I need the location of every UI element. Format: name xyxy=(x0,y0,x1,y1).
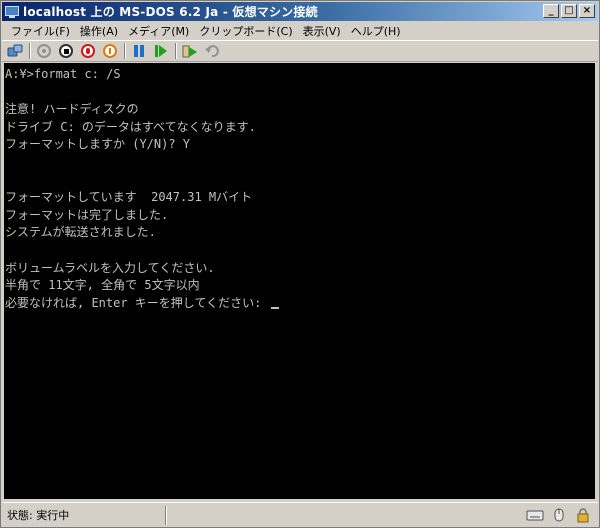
text-cursor xyxy=(270,306,279,309)
console-prompt-text: 必要なければ, Enter キーを押してください: xyxy=(5,295,269,310)
console-line: フォーマットは完了しました. xyxy=(5,207,169,222)
caption-buttons: _ □ × xyxy=(543,4,595,18)
menu-media[interactable]: メディア(M) xyxy=(123,23,194,39)
console-line: 注意! ハードディスクの xyxy=(5,102,139,117)
console-line: ボリュームラベルを入力してください. xyxy=(5,260,215,275)
toolbar-separator xyxy=(29,43,31,59)
console-line: フォーマットしています 2047.31 Mバイト xyxy=(5,190,253,205)
vm-console-screen[interactable]: A:¥>format c: /S 注意! ハードディスクの ドライブ C: のデ… xyxy=(4,63,595,499)
ctrl-alt-del-button[interactable] xyxy=(6,42,24,60)
power-button[interactable] xyxy=(101,42,119,60)
menu-bar: ファイル(F) 操作(A) メディア(M) クリップボード(C) 表示(V) ヘ… xyxy=(2,22,598,40)
start-icon xyxy=(37,44,51,58)
menu-file[interactable]: ファイル(F) xyxy=(6,23,75,39)
snapshot-icon xyxy=(182,45,197,58)
vm-connection-window: localhost 上の MS-DOS 6.2 Ja - 仮想マシン接続 _ □… xyxy=(0,0,600,528)
lock-status-icon xyxy=(574,507,592,523)
power-icon xyxy=(103,44,117,58)
toolbar xyxy=(2,40,598,62)
title-bar[interactable]: localhost 上の MS-DOS 6.2 Ja - 仮想マシン接続 _ □… xyxy=(2,2,598,21)
turn-off-icon xyxy=(59,44,73,58)
console-line: 半角で 11文字, 全角で 5文字以内 xyxy=(5,278,200,293)
menu-action[interactable]: 操作(A) xyxy=(75,23,123,39)
vm-monitor-icon xyxy=(5,5,19,19)
shut-down-button[interactable] xyxy=(79,42,97,60)
menu-clipboard[interactable]: クリップボード(C) xyxy=(194,23,297,39)
pause-icon xyxy=(134,45,144,57)
start-button[interactable] xyxy=(35,42,53,60)
toolbar-separator xyxy=(175,43,177,59)
status-label: 状態: 実行中 xyxy=(7,509,70,522)
toolbar-separator xyxy=(124,43,126,59)
console-line: システムが転送されました. xyxy=(5,225,156,240)
console-line: A:¥>format c: /S xyxy=(5,67,121,81)
status-icons xyxy=(526,507,592,523)
maximize-button[interactable]: □ xyxy=(561,4,577,18)
mouse-status-icon xyxy=(550,507,568,523)
menu-view[interactable]: 表示(V) xyxy=(298,23,346,39)
close-button[interactable]: × xyxy=(579,4,595,18)
menu-help[interactable]: ヘルプ(H) xyxy=(346,23,406,39)
ctrl-alt-del-icon xyxy=(7,44,23,57)
revert-icon xyxy=(205,45,219,58)
shut-down-icon xyxy=(81,44,95,58)
console-line: フォーマットしますか (Y/N)? Y xyxy=(5,137,191,152)
window-title: localhost 上の MS-DOS 6.2 Ja - 仮想マシン接続 xyxy=(23,5,318,19)
console-prompt-line: 必要なければ, Enter キーを押してください: xyxy=(5,295,595,313)
status-bar: 状態: 実行中 xyxy=(2,502,598,527)
status-separator xyxy=(165,506,167,525)
revert-button[interactable] xyxy=(203,42,221,60)
keyboard-status-icon xyxy=(526,507,544,523)
turn-off-button[interactable] xyxy=(57,42,75,60)
resume-icon xyxy=(155,45,167,57)
minimize-button[interactable]: _ xyxy=(543,4,559,18)
resume-button[interactable] xyxy=(152,42,170,60)
snapshot-button[interactable] xyxy=(181,42,199,60)
console-line: ドライブ C: のデータはすべてなくなります. xyxy=(5,119,256,134)
pause-button[interactable] xyxy=(130,42,148,60)
